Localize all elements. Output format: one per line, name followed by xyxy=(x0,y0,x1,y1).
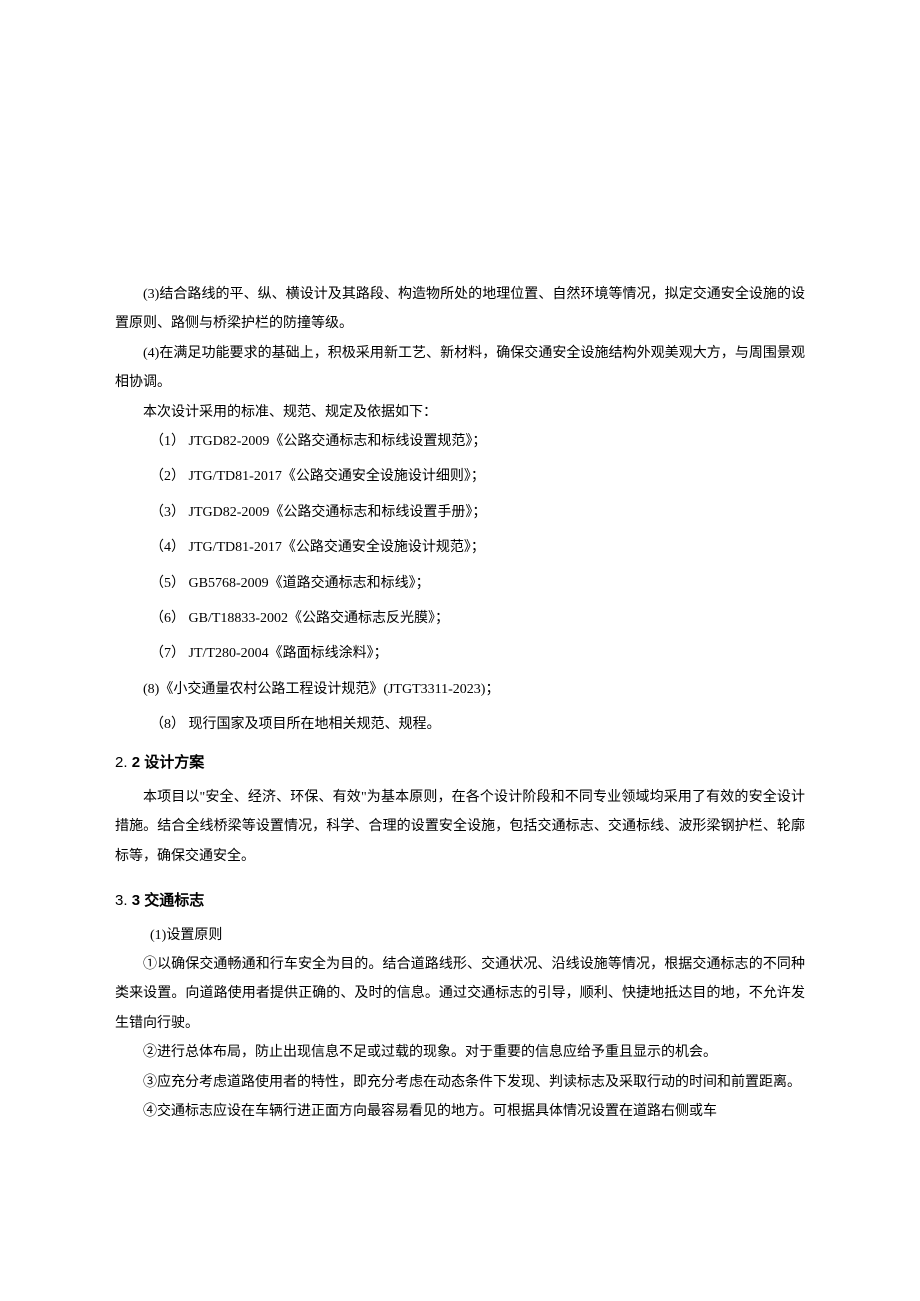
principle-1: ①以确保交通畅通和行车安全为目的。结合道路线形、交通状况、沿线设施等情况，根据交… xyxy=(115,950,805,1038)
principle-2: ②进行总体布局，防止出现信息不足或过载的现象。对于重要的信息应给予重且显示的机会… xyxy=(115,1038,805,1067)
design-plan-body: 本项目以"安全、经济、环保、有效"为基本原则，在各个设计阶段和不同专业领域均采用… xyxy=(115,783,805,871)
sub-heading-principle: (1)设置原则 xyxy=(115,921,805,950)
standard-item: （6） GB/T18833-2002《公路交通标志反光膜》； xyxy=(115,604,805,633)
standard-item: （4） JTG/TD81-2017《公路交通安全设施设计规范》； xyxy=(115,533,805,562)
principle-4: ④交通标志应设在车辆行进正面方向最容易看见的地方。可根据具体情况设置在道路右侧或… xyxy=(115,1097,805,1126)
heading-traffic-sign: 3. 3 交通标志 xyxy=(115,885,805,917)
heading-number: 2. xyxy=(115,754,128,771)
standard-item: （2） JTG/TD81-2017《公路交通安全设施设计细则》； xyxy=(115,462,805,491)
standards-intro: 本次设计采用的标准、规范、规定及依据如下： xyxy=(115,398,805,427)
heading-number: 3. xyxy=(115,892,128,909)
standard-item: （7） JT/T280-2004《路面标线涂料》； xyxy=(115,639,805,668)
paragraph-4: (4)在满足功能要求的基础上，积极采用新工艺、新材料，确保交通安全设施结构外观美… xyxy=(115,339,805,398)
heading-design-plan: 2. 2 设计方案 xyxy=(115,747,805,779)
heading-label: 2 设计方案 xyxy=(132,754,205,771)
paragraph-3: (3)结合路线的平、纵、横设计及其路段、构造物所处的地理位置、自然环境等情况，拟… xyxy=(115,280,805,339)
standard-item: （5） GB5768-2009《道路交通标志和标线》； xyxy=(115,569,805,598)
heading-label: 3 交通标志 xyxy=(132,892,205,909)
standard-item: （3） JTGD82-2009《公路交通标志和标线设置手册》； xyxy=(115,498,805,527)
standard-item-extra: (8)《小交通量农村公路工程设计规范》(JTGT3311-2023)； xyxy=(115,675,805,704)
standard-item-extra: （8） 现行国家及项目所在地相关规范、规程。 xyxy=(115,710,805,739)
principle-3: ③应充分考虑道路使用者的特性，即充分考虑在动态条件下发现、判读标志及采取行动的时… xyxy=(115,1068,805,1097)
standard-item: （1） JTGD82-2009《公路交通标志和标线设置规范》； xyxy=(115,427,805,456)
